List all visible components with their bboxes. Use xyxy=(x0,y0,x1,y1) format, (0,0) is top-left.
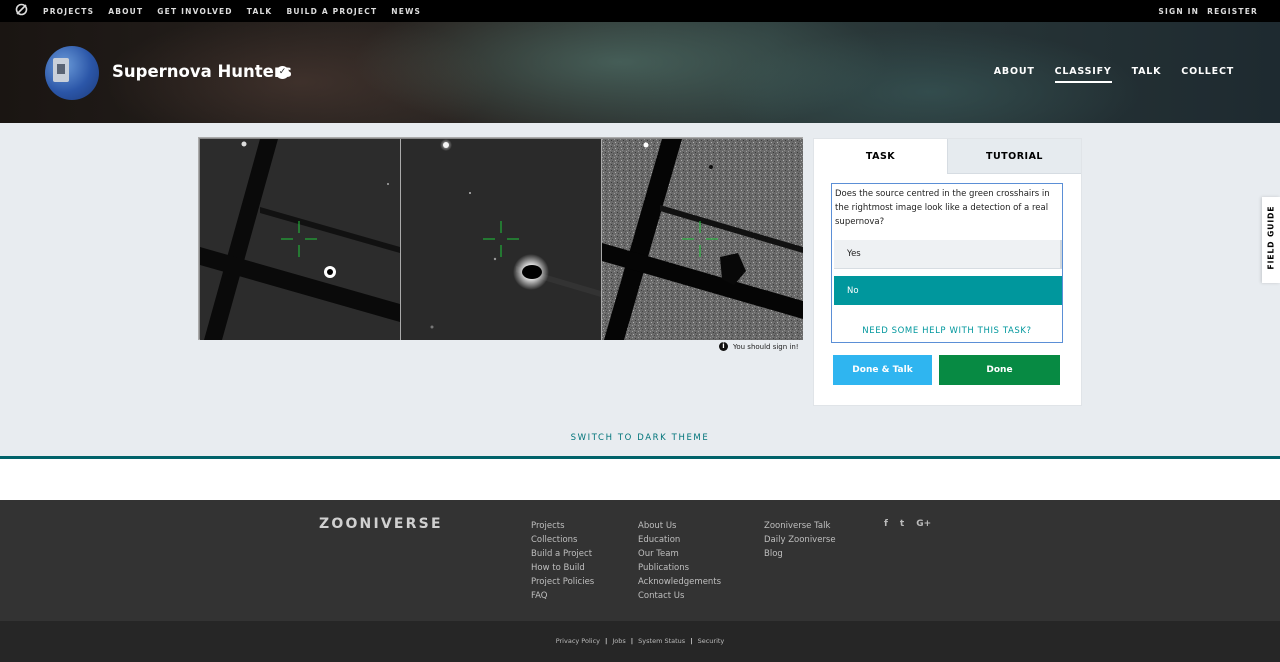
footer-link-faq[interactable]: FAQ xyxy=(531,589,594,603)
sign-in-notice-text: You should sign in! xyxy=(733,342,799,351)
done-button[interactable]: Done xyxy=(939,355,1060,385)
project-header: Supernova Hunters ✓ ABOUT CLASSIFY TALK … xyxy=(0,22,1280,123)
answer-yes[interactable]: Yes xyxy=(834,240,1062,269)
legal-bar: Privacy Policy | Jobs | System Status | Securi… xyxy=(0,621,1280,662)
checkmark-badge-icon: ✓ xyxy=(276,66,289,79)
account-links: SIGN IN REGISTER xyxy=(1150,0,1258,22)
subject-viewer[interactable] xyxy=(198,137,803,340)
footer-column-3: Zooniverse Talk Daily Zooniverse Blog xyxy=(764,519,836,561)
footer: ZOONIVERSE Projects Collections Build a … xyxy=(0,500,1280,621)
facebook-icon[interactable]: f xyxy=(884,519,888,529)
tab-tutorial[interactable]: TUTORIAL xyxy=(947,139,1081,174)
switch-theme-link[interactable]: SWITCH TO DARK THEME xyxy=(0,433,1280,443)
field-guide-label: FIELD GUIDE xyxy=(1266,205,1276,270)
tab-task[interactable]: TASK xyxy=(814,139,947,174)
system-status-link[interactable]: System Status xyxy=(638,637,685,645)
footer-link-project-policies[interactable]: Project Policies xyxy=(531,575,594,589)
jobs-link[interactable]: Jobs xyxy=(612,637,625,645)
footer-link-daily-zooniverse[interactable]: Daily Zooniverse xyxy=(764,533,836,547)
footer-logo[interactable]: ZOONIVERSE xyxy=(319,516,443,532)
footer-link-collections[interactable]: Collections xyxy=(531,533,594,547)
project-nav: ABOUT CLASSIFY TALK COLLECT xyxy=(974,66,1234,83)
footer-link-acknowledgements[interactable]: Acknowledgements xyxy=(638,575,721,589)
topnav-get-involved[interactable]: GET INVOLVED xyxy=(157,7,232,16)
privacy-policy-link[interactable]: Privacy Policy xyxy=(556,637,600,645)
register-link[interactable]: REGISTER xyxy=(1207,7,1258,16)
task-help-link[interactable]: NEED SOME HELP WITH THIS TASK? xyxy=(832,326,1062,336)
frame-reference xyxy=(401,139,601,340)
topnav-talk[interactable]: TALK xyxy=(247,7,273,16)
topnav-build-a-project[interactable]: BUILD A PROJECT xyxy=(286,7,377,16)
legal-links: Privacy Policy | Jobs | System Status | Securi… xyxy=(555,637,725,645)
project-title[interactable]: Supernova Hunters xyxy=(112,62,292,81)
top-nav: PROJECTS ABOUT GET INVOLVED TALK BUILD A… xyxy=(43,0,435,22)
field-guide-tab[interactable]: FIELD GUIDE xyxy=(1262,197,1280,283)
project-nav-collect[interactable]: COLLECT xyxy=(1181,66,1234,83)
task-question-box: Does the source centred in the green cro… xyxy=(831,183,1063,343)
zooniverse-logo-icon[interactable] xyxy=(15,3,28,16)
project-nav-about[interactable]: ABOUT xyxy=(994,66,1035,83)
task-question: Does the source centred in the green cro… xyxy=(835,189,1050,227)
project-avatar[interactable] xyxy=(45,46,99,100)
frame-difference xyxy=(602,139,803,340)
twitter-icon[interactable]: t xyxy=(900,519,904,529)
footer-link-contact-us[interactable]: Contact Us xyxy=(638,589,721,603)
info-icon: i xyxy=(719,342,728,351)
topnav-news[interactable]: NEWS xyxy=(391,7,421,16)
project-nav-classify[interactable]: CLASSIFY xyxy=(1054,66,1112,83)
footer-link-projects[interactable]: Projects xyxy=(531,519,594,533)
footer-link-zooniverse-talk[interactable]: Zooniverse Talk xyxy=(764,519,836,533)
sign-in-notice: i You should sign in! xyxy=(719,342,799,351)
social-links: f t G+ xyxy=(884,519,943,529)
sign-in-link[interactable]: SIGN IN xyxy=(1158,7,1199,16)
footer-link-blog[interactable]: Blog xyxy=(764,547,836,561)
footer-column-1: Projects Collections Build a Project How… xyxy=(531,519,594,603)
footer-link-publications[interactable]: Publications xyxy=(638,561,721,575)
frame-new xyxy=(200,139,400,340)
google-plus-icon[interactable]: G+ xyxy=(916,519,931,529)
security-link[interactable]: Security xyxy=(698,637,725,645)
footer-column-2: About Us Education Our Team Publications… xyxy=(638,519,721,603)
subject-image xyxy=(200,139,803,340)
footer-link-about-us[interactable]: About Us xyxy=(638,519,721,533)
answer-no[interactable]: No xyxy=(834,276,1062,305)
task-panel: TASK TUTORIAL Does the source centred in… xyxy=(813,138,1082,406)
topnav-projects[interactable]: PROJECTS xyxy=(43,7,94,16)
footer-link-build-a-project[interactable]: Build a Project xyxy=(531,547,594,561)
top-bar: PROJECTS ABOUT GET INVOLVED TALK BUILD A… xyxy=(0,0,1280,22)
done-and-talk-button[interactable]: Done & Talk xyxy=(833,355,932,385)
footer-link-education[interactable]: Education xyxy=(638,533,721,547)
project-nav-talk[interactable]: TALK xyxy=(1132,66,1162,83)
footer-link-our-team[interactable]: Our Team xyxy=(638,547,721,561)
topnav-about[interactable]: ABOUT xyxy=(108,7,143,16)
footer-link-how-to-build[interactable]: How to Build xyxy=(531,561,594,575)
task-tabs: TASK TUTORIAL xyxy=(814,139,1081,174)
